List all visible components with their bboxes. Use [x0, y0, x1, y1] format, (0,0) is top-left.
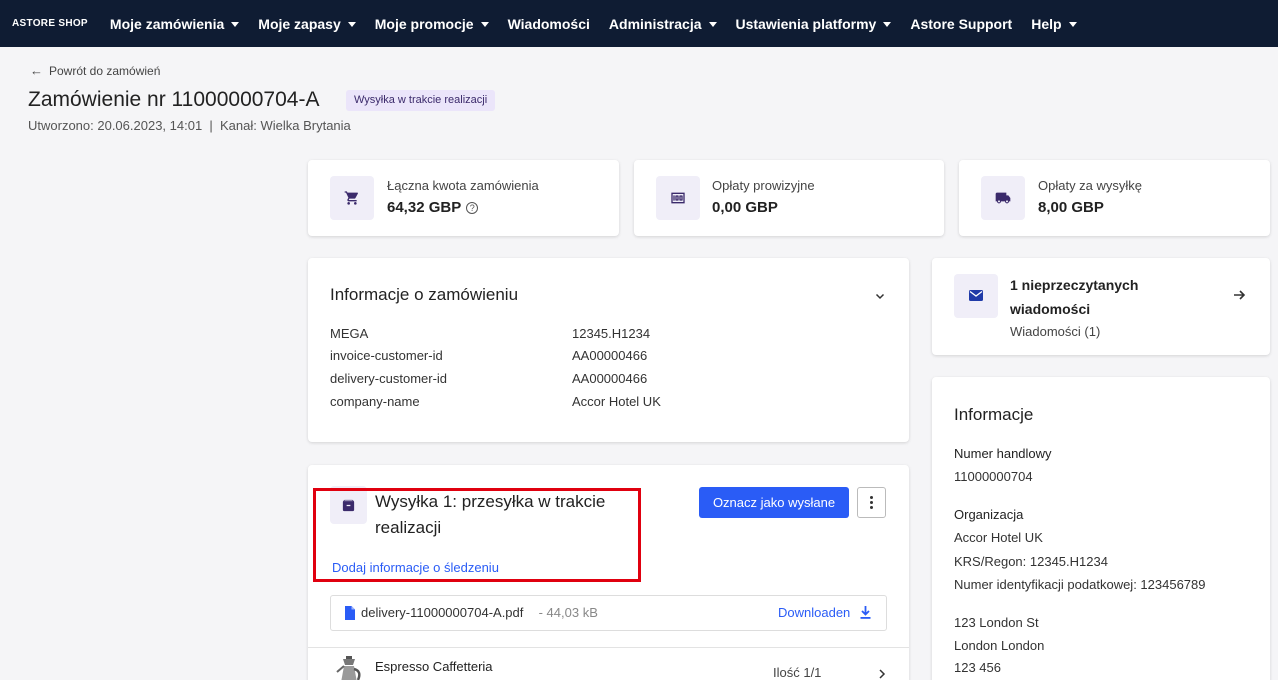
highlight-box	[313, 488, 641, 582]
information-title: Informacje	[954, 405, 1034, 424]
arrow-left-icon: ←	[30, 63, 43, 78]
top-navbar: ASTORE SHOP Moje zamówienia Moje zapasy …	[0, 0, 1278, 47]
document-row: delivery-11000000704-A.pdf - 44,03 kB Do…	[330, 595, 887, 631]
chevron-down-icon	[1068, 21, 1077, 27]
info-key: MEGA	[330, 326, 369, 341]
chevron-right-icon[interactable]	[877, 668, 887, 680]
chevron-down-icon	[480, 21, 489, 27]
nav-item-support[interactable]: Astore Support	[910, 16, 1012, 32]
kebab-icon	[870, 496, 873, 499]
more-options-button[interactable]	[857, 487, 886, 518]
file-size: - 44,03 kB	[535, 605, 598, 620]
chevron-down-icon	[347, 21, 356, 27]
stat-card-shipping: Opłaty za wysyłkę 8,00 GBP	[959, 160, 1270, 236]
chevron-down-icon	[231, 21, 240, 27]
organization-krs: KRS/Regon: 12345.H1234	[954, 554, 1108, 569]
download-link[interactable]: Downloaden	[778, 605, 850, 620]
mail-icon	[954, 274, 998, 318]
organization-label: Organizacja	[954, 507, 1024, 522]
status-badge: Wysyłka w trakcie realizacji	[346, 90, 496, 111]
file-name[interactable]: delivery-11000000704-A.pdf	[361, 605, 523, 620]
stat-label: Łączna kwota zamówienia	[387, 178, 539, 193]
product-thumbnail	[336, 656, 361, 680]
nav-item-my-orders[interactable]: Moje zamówienia	[110, 16, 240, 32]
messages-subtitle: Wiadomości (1)	[1010, 324, 1101, 339]
file-icon	[345, 606, 355, 620]
order-info-card: Informacje o zamówieniu MEGA 12345.H1234…	[308, 258, 909, 442]
messages-title-line2: wiadomości	[1010, 301, 1091, 317]
back-link[interactable]: ← Powrót do zamówień	[30, 63, 160, 78]
download-icon[interactable]	[860, 606, 871, 619]
chevron-down-icon[interactable]	[874, 290, 886, 302]
product-row[interactable]: Espresso Caffetteria Ilość 1/1	[308, 648, 909, 680]
chevron-down-icon	[708, 21, 717, 27]
messages-title: 1 nieprzeczytanych	[1010, 277, 1139, 293]
nav-item-messages[interactable]: Wiadomości	[508, 16, 590, 32]
trade-number-label: Numer handlowy	[954, 446, 1052, 461]
stat-label: Opłaty za wysyłkę	[1038, 178, 1143, 193]
order-meta: Utworzono: 20.06.2023, 14:01 | Kanał: Wi…	[28, 118, 351, 133]
stat-card-commission: Opłaty prowizyjne 0,00 GBP	[634, 160, 944, 236]
info-value: Accor Hotel UK	[572, 394, 661, 409]
trade-number-value: 11000000704	[954, 469, 1033, 484]
address-line: 123 London St	[954, 615, 1039, 630]
info-key: invoice-customer-id	[330, 348, 443, 363]
nav-item-administration[interactable]: Administracja	[609, 16, 717, 32]
truck-icon	[981, 176, 1025, 220]
arrow-right-icon[interactable]	[1233, 289, 1246, 301]
chevron-down-icon	[883, 21, 892, 27]
stat-value: 64,32 GBP ?	[387, 199, 479, 216]
stat-label: Opłaty prowizyjne	[712, 178, 815, 193]
info-key: delivery-customer-id	[330, 371, 448, 386]
stat-value: 8,00 GBP	[1038, 199, 1104, 216]
product-name: Espresso Caffetteria	[375, 659, 493, 674]
order-info-title: Informacje o zamówieniu	[330, 285, 519, 304]
address-line: 123 456	[954, 660, 1001, 675]
info-value: AA00000466	[572, 348, 648, 363]
product-quantity: Ilość 1/1	[773, 665, 822, 680]
stat-card-total: Łączna kwota zamówienia 64,32 GBP ?	[308, 160, 619, 236]
organization-name: Accor Hotel UK	[954, 530, 1043, 545]
page-title: Zamówienie nr 11000000704-A	[28, 88, 320, 111]
help-circle-icon[interactable]: ?	[466, 201, 479, 214]
cart-icon	[330, 176, 374, 220]
mark-as-sent-button[interactable]: Oznacz jako wysłane	[699, 487, 849, 518]
nav-item-my-stock[interactable]: Moje zapasy	[258, 16, 356, 32]
nav-item-help[interactable]: Help	[1031, 16, 1077, 32]
address-line: London London	[954, 638, 1045, 653]
organization-tax-id: Numer identyfikacji podatkowej: 12345678…	[954, 577, 1206, 592]
info-value: AA00000466	[572, 371, 648, 386]
info-key: company-name	[330, 394, 420, 409]
info-value: 12345.H1234	[572, 326, 651, 341]
nav-item-my-promotions[interactable]: Moje promocje	[375, 16, 489, 32]
logo[interactable]: ASTORE SHOP	[12, 18, 88, 29]
messages-card[interactable]: 1 nieprzeczytanych wiadomości Wiadomości…	[932, 258, 1270, 355]
nav-item-platform-settings[interactable]: Ustawienia platformy	[736, 16, 892, 32]
stat-value: 0,00 GBP	[712, 199, 778, 216]
information-card: Informacje Numer handlowy 11000000704 Or…	[932, 377, 1270, 680]
money-icon	[656, 176, 700, 220]
